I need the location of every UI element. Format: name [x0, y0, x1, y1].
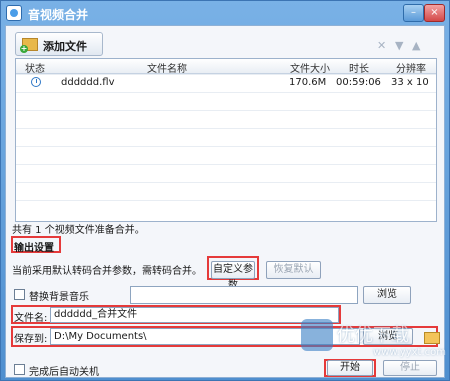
- custom-params-button[interactable]: 自定义参数: [211, 261, 255, 291]
- auto-shutdown-label: 完成后自动关机: [29, 367, 99, 378]
- column-status[interactable]: 状态: [21, 60, 49, 75]
- duration-cell: 00:59:06: [336, 77, 381, 88]
- restore-default-button[interactable]: 恢复默认: [266, 261, 321, 279]
- filename-input[interactable]: dddddd_合并文件: [50, 307, 339, 323]
- output-description: 当前采用默认转码合并参数，需转码合并。: [12, 266, 202, 277]
- file-name-cell[interactable]: dddddd.flv: [61, 77, 114, 88]
- watermark-logo-icon: [301, 319, 333, 351]
- row-divider: [16, 74, 436, 75]
- watermark-url: www.yyxt.com: [373, 347, 447, 358]
- move-up-icon[interactable]: ▲: [412, 39, 420, 52]
- window-title: 音视频合并: [28, 8, 89, 22]
- resolution-cell: 33 x 10: [391, 77, 429, 88]
- close-button[interactable]: ×: [424, 4, 445, 22]
- title-bar[interactable]: 音视频合并 – ×: [1, 1, 449, 25]
- bgm-file-input[interactable]: [130, 286, 358, 304]
- minimize-button[interactable]: –: [403, 4, 424, 22]
- column-resolution[interactable]: 分辨率: [385, 60, 436, 75]
- watermark: 优优下载 www.yyxt.com: [301, 319, 446, 379]
- watermark-text: 优优下载: [337, 325, 409, 346]
- add-file-label: 添加文件: [43, 40, 87, 53]
- app-icon: [6, 5, 22, 21]
- remove-icon[interactable]: ✕: [377, 39, 386, 52]
- replace-bgm-label: 替换背景音乐: [29, 292, 89, 303]
- output-settings-title: 输出设置: [14, 243, 54, 254]
- replace-bgm-checkbox[interactable]: [14, 289, 25, 300]
- filename-label: 文件名:: [14, 313, 48, 324]
- file-table: 状态 文件名称 文件大小 时长 分辨率 dddddd.flv 170.6M 00…: [15, 58, 437, 222]
- add-file-button[interactable]: + 添加文件: [15, 32, 103, 56]
- file-size-cell: 170.6M: [289, 77, 327, 88]
- clock-icon: [31, 77, 41, 87]
- saveto-label: 保存到:: [14, 334, 48, 345]
- column-filename[interactable]: 文件名称: [56, 60, 278, 75]
- column-size[interactable]: 文件大小: [286, 60, 334, 75]
- table-header: 状态 文件名称 文件大小 时长 分辨率: [16, 59, 436, 75]
- summary-text: 共有 1 个视频文件准备合并。: [12, 225, 145, 236]
- app-window: 音视频合并 – × + 添加文件 ✕ ▼ ▲ 状态 文件名称 文件大小 时长 分…: [0, 0, 450, 381]
- browse-bgm-button[interactable]: 浏览: [363, 286, 411, 304]
- auto-shutdown-checkbox[interactable]: [14, 364, 25, 375]
- plus-icon: +: [20, 44, 28, 53]
- column-duration[interactable]: 时长: [335, 60, 383, 75]
- move-down-icon[interactable]: ▼: [395, 39, 403, 52]
